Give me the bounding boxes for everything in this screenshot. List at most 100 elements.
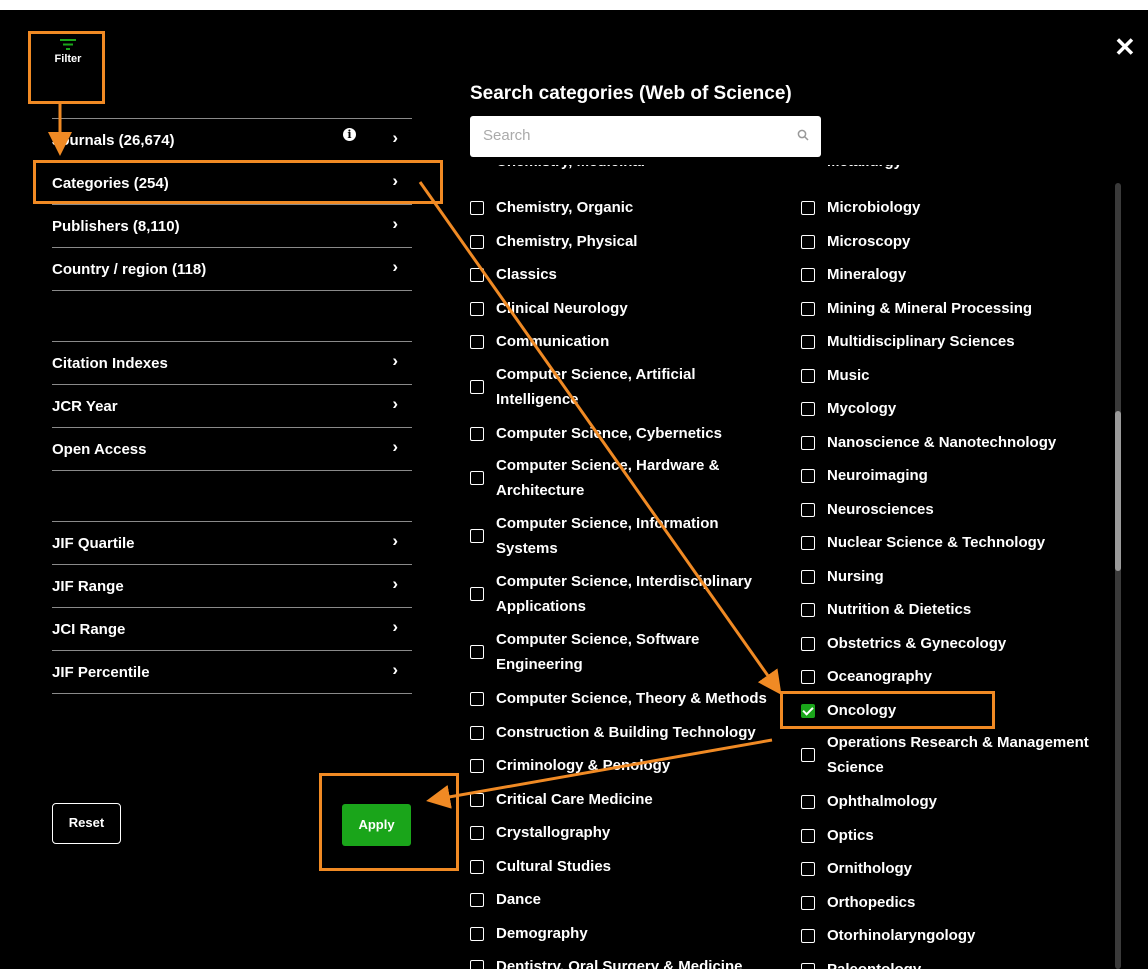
checkbox-icon[interactable] (470, 645, 484, 659)
info-icon[interactable]: i (343, 128, 356, 141)
checkbox-icon[interactable] (470, 725, 484, 740)
checkbox-icon[interactable] (801, 469, 815, 483)
checkbox-icon[interactable] (470, 960, 484, 969)
checkbox-checked-icon[interactable] (801, 703, 815, 718)
category-option[interactable]: Dentistry, Oral Surgery & Medicine (470, 950, 780, 969)
checkbox-icon[interactable] (801, 435, 815, 450)
category-option[interactable]: Computer Science, Software Engineering (470, 624, 780, 682)
checkbox-icon[interactable] (801, 502, 815, 517)
apply-button[interactable]: Apply (342, 804, 411, 846)
category-option[interactable]: Orthopedics (801, 886, 1101, 920)
nav-item[interactable]: Journals (26,674) i › (52, 118, 412, 161)
checkbox-icon[interactable] (470, 335, 484, 349)
category-option[interactable]: Computer Science, Interdisciplinary Appl… (470, 566, 780, 624)
category-option[interactable]: Optics (801, 819, 1101, 853)
scrollbar-thumb[interactable] (1115, 411, 1121, 571)
category-option[interactable]: Demography (470, 917, 780, 951)
category-option[interactable]: Microbiology (801, 191, 1101, 225)
checkbox-icon[interactable] (801, 862, 815, 876)
checkbox-icon[interactable] (470, 826, 484, 840)
checkbox-icon[interactable] (470, 893, 484, 907)
checkbox-icon[interactable] (801, 748, 815, 762)
list-scrollbar[interactable] (1115, 183, 1121, 969)
category-option[interactable]: Operations Research & Management Science (801, 727, 1101, 785)
category-option[interactable]: Computer Science, Theory & Methods (470, 682, 780, 716)
checkbox-icon[interactable] (801, 368, 815, 383)
checkbox-icon[interactable] (470, 268, 484, 282)
category-option[interactable]: Nutrition & Dietetics (801, 593, 1101, 627)
category-option[interactable]: Communication (470, 325, 780, 359)
category-option[interactable]: Music (801, 359, 1101, 393)
nav-item[interactable]: JIF Quartile › (52, 521, 412, 564)
checkbox-icon[interactable] (470, 234, 484, 249)
category-option[interactable]: Neuroimaging (801, 459, 1101, 493)
checkbox-icon[interactable] (470, 379, 484, 394)
category-option[interactable]: Oceanography (801, 660, 1101, 694)
category-option[interactable]: Chemistry, Physical (470, 225, 780, 259)
checkbox-icon[interactable] (470, 301, 484, 316)
checkbox-icon[interactable] (801, 895, 815, 910)
category-option[interactable]: Microscopy (801, 225, 1101, 259)
category-option[interactable]: Nursing (801, 560, 1101, 594)
close-icon[interactable]: ✕ (1114, 34, 1136, 60)
nav-item[interactable]: JCR Year › (52, 384, 412, 427)
checkbox-icon[interactable] (470, 587, 484, 601)
checkbox-icon[interactable] (801, 636, 815, 651)
category-option[interactable]: Computer Science, Artificial Intelligenc… (470, 359, 780, 417)
category-option[interactable]: Critical Care Medicine (470, 783, 780, 817)
checkbox-icon[interactable] (470, 759, 484, 773)
category-option[interactable]: Mycology (801, 392, 1101, 426)
category-option[interactable]: Ophthalmology (801, 785, 1101, 819)
checkbox-icon[interactable] (801, 929, 815, 943)
checkbox-icon[interactable] (801, 569, 815, 584)
category-option[interactable]: Mining & Mineral Processing (801, 292, 1101, 326)
nav-item[interactable]: Categories (254) › (52, 161, 412, 204)
checkbox-icon[interactable] (801, 828, 815, 843)
checkbox-icon[interactable] (801, 795, 815, 809)
category-option[interactable]: Classics (470, 258, 780, 292)
checkbox-icon[interactable] (801, 962, 815, 969)
checkbox-icon[interactable] (801, 234, 815, 249)
category-option[interactable]: Computer Science, Hardware & Architectur… (470, 450, 780, 508)
checkbox-icon[interactable] (470, 692, 484, 706)
category-option[interactable]: Ornithology (801, 852, 1101, 886)
checkbox-icon[interactable] (801, 335, 815, 349)
nav-item[interactable]: Citation Indexes › (52, 341, 412, 384)
category-option[interactable]: Obstetrics & Gynecology (801, 627, 1101, 661)
category-option[interactable]: Oncology (801, 694, 1101, 728)
nav-item[interactable]: Country / region (118) › (52, 247, 412, 290)
checkbox-icon[interactable] (801, 268, 815, 282)
nav-item[interactable]: JIF Range › (52, 564, 412, 607)
reset-button[interactable]: Reset (52, 803, 121, 844)
category-option[interactable]: Nanoscience & Nanotechnology (801, 426, 1101, 460)
category-option[interactable]: Clinical Neurology (470, 292, 780, 326)
checkbox-icon[interactable] (801, 301, 815, 316)
nav-item[interactable]: Open Access › (52, 427, 412, 470)
category-option[interactable]: Dance (470, 883, 780, 917)
checkbox-icon[interactable] (470, 926, 484, 941)
category-option[interactable]: Chemistry, Organic (470, 191, 780, 225)
category-option[interactable]: Computer Science, Information Systems (470, 508, 780, 566)
checkbox-icon[interactable] (801, 201, 815, 215)
category-option[interactable]: Neurosciences (801, 493, 1101, 527)
checkbox-icon[interactable] (470, 426, 484, 441)
checkbox-icon[interactable] (470, 471, 484, 485)
nav-item[interactable]: JIF Percentile › (52, 650, 412, 693)
checkbox-icon[interactable] (801, 670, 815, 684)
filter-button[interactable]: Filter (48, 38, 88, 78)
nav-item[interactable]: JCI Range › (52, 607, 412, 650)
checkbox-icon[interactable] (470, 529, 484, 543)
checkbox-icon[interactable] (801, 536, 815, 550)
nav-item[interactable]: Publishers (8,110) › (52, 204, 412, 247)
category-option[interactable]: Nuclear Science & Technology (801, 526, 1101, 560)
checkbox-icon[interactable] (801, 603, 815, 617)
search-icon[interactable] (797, 129, 809, 141)
category-option[interactable]: Paleontology (801, 953, 1101, 969)
checkbox-icon[interactable] (801, 402, 815, 416)
category-option[interactable]: Mineralogy (801, 258, 1101, 292)
category-option[interactable]: Criminology & Penology (470, 749, 780, 783)
category-option[interactable]: Cultural Studies (470, 850, 780, 884)
category-option[interactable]: Construction & Building Technology (470, 716, 780, 750)
checkbox-icon[interactable] (470, 792, 484, 807)
category-option[interactable]: Computer Science, Cybernetics (470, 417, 780, 451)
